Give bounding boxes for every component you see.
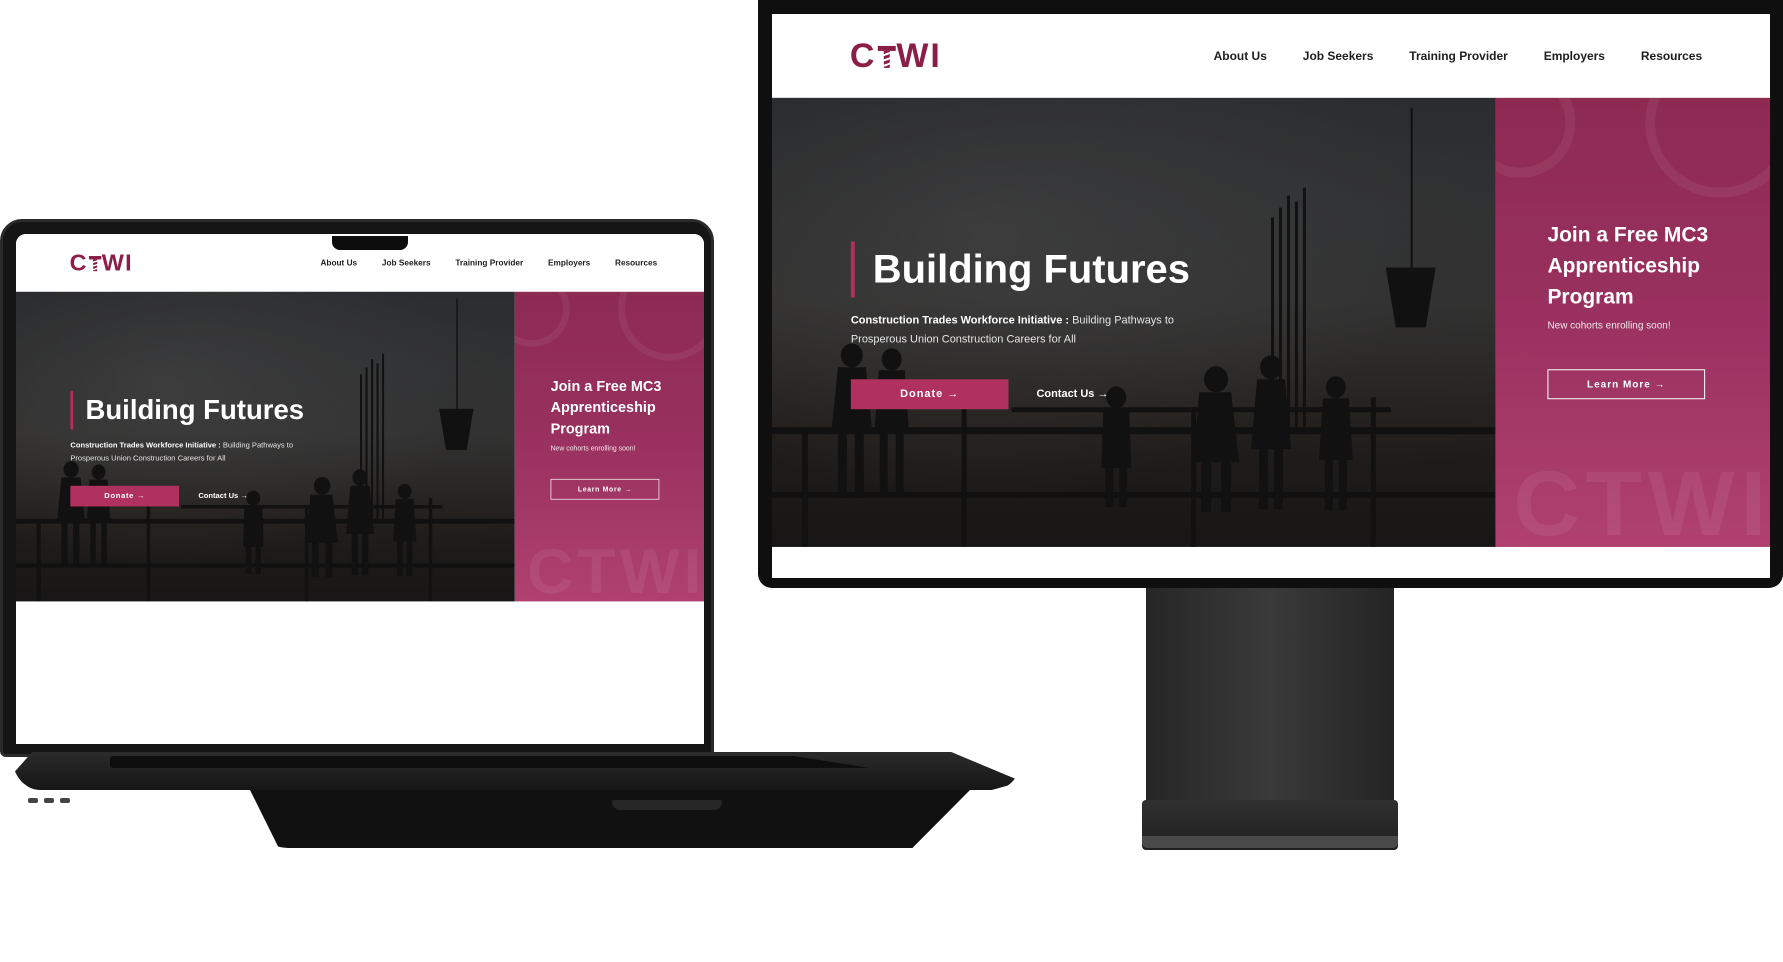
ctwi-watermark: CTWI: [1513, 453, 1770, 547]
monitor-stand: [1146, 588, 1394, 818]
site-footer-strip: [16, 601, 704, 629]
drill-bit-icon: [877, 42, 896, 70]
laptop-ports: [28, 790, 98, 803]
decorative-circle: [514, 291, 570, 347]
ctwi-logo[interactable]: C WI: [70, 249, 133, 276]
nav-resources[interactable]: Resources: [1641, 49, 1702, 63]
contact-us-link[interactable]: Contact Us →: [1036, 388, 1108, 400]
promo-title: Join a Free MC3 Apprenticeship Program: [1547, 223, 1709, 309]
website-laptop: C WI About Us Job Seekers Training Provid…: [16, 234, 704, 629]
drill-bit-icon: [88, 253, 102, 272]
donate-button[interactable]: Donate →: [850, 379, 1009, 410]
promo-content: Join a Free MC3 Apprenticeship Program N…: [1547, 220, 1747, 400]
promo-subtitle: New cohorts enrolling soon!: [1547, 320, 1671, 332]
org-name: Construction Trades Workforce Initiative…: [70, 441, 221, 450]
nav-resources[interactable]: Resources: [615, 258, 657, 268]
nav-employers[interactable]: Employers: [548, 258, 590, 268]
main-nav: About Us Job Seekers Training Provider E…: [320, 258, 657, 268]
hero-title: Building Futures: [85, 394, 305, 426]
hero-image-panel: Building Futures Construction Trades Wor…: [772, 97, 1496, 547]
site-footer-strip: [772, 546, 1770, 578]
decorative-circle: [1495, 97, 1576, 178]
donate-button[interactable]: Donate →: [70, 485, 180, 507]
nav-training-provider[interactable]: Training Provider: [1409, 49, 1508, 63]
promo-subtitle: New cohorts enrolling soon!: [550, 445, 636, 453]
website-monitor: C WI About Us Job Seekers Training Provid…: [772, 14, 1770, 578]
ctwi-watermark: CTWI: [527, 536, 704, 602]
promo-panel: CTWI Join a Free MC3 Apprenticeship Prog…: [514, 291, 704, 602]
hero-title: Building Futures: [872, 247, 1190, 292]
monitor-stand-base-edge: [1142, 836, 1398, 848]
decorative-circle: [1645, 97, 1770, 198]
promo-content: Join a Free MC3 Apprenticeship Program N…: [550, 376, 689, 500]
promo-title: Join a Free MC3 Apprenticeship Program: [550, 378, 662, 437]
monitor-screen: C WI About Us Job Seekers Training Provid…: [772, 14, 1770, 578]
site-header: C WI About Us Job Seekers Training Provid…: [772, 14, 1770, 98]
hero-image-panel: Building Futures Construction Trades Wor…: [16, 291, 515, 602]
org-name: Construction Trades Workforce Initiative…: [850, 314, 1070, 327]
title-accent-bar: [850, 241, 855, 298]
laptop-screen: C WI About Us Job Seekers Training Provid…: [16, 234, 704, 744]
learn-more-button[interactable]: Learn More →: [1547, 369, 1706, 400]
hero-section: Building Futures Construction Trades Wor…: [16, 291, 704, 602]
hero-section: Building Futures Construction Trades Wor…: [772, 97, 1770, 547]
hero-cta-row: Donate → Contact Us →: [70, 485, 331, 507]
nav-training-provider[interactable]: Training Provider: [455, 258, 523, 268]
hero-tagline: Construction Trades Workforce Initiative…: [851, 311, 1230, 349]
laptop-trackpad-groove: [612, 800, 722, 810]
nav-about-us[interactable]: About Us: [320, 258, 357, 268]
hero-content: Building Futures Construction Trades Wor…: [70, 390, 331, 507]
nav-job-seekers[interactable]: Job Seekers: [382, 258, 431, 268]
nav-job-seekers[interactable]: Job Seekers: [1303, 49, 1374, 63]
laptop-camera-notch: [332, 236, 408, 250]
contact-us-link[interactable]: Contact Us →: [198, 492, 248, 500]
nav-about-us[interactable]: About Us: [1214, 49, 1267, 63]
hero-cta-row: Donate → Contact Us →: [850, 379, 1230, 410]
promo-panel: CTWI Join a Free MC3 Apprenticeship Prog…: [1495, 97, 1770, 547]
learn-more-button[interactable]: Learn More →: [550, 478, 660, 500]
decorative-circle: [618, 291, 704, 361]
ctwi-logo[interactable]: C WI: [850, 36, 942, 75]
nav-employers[interactable]: Employers: [1544, 49, 1605, 63]
main-nav: About Us Job Seekers Training Provider E…: [1214, 49, 1703, 63]
laptop-keyboard-edge: [110, 756, 870, 768]
hero-content: Building Futures Construction Trades Wor…: [850, 241, 1230, 410]
device-mockup-scene: C WI About Us Job Seekers Training Provid…: [0, 0, 1783, 962]
laptop-underside: [250, 790, 970, 848]
title-accent-bar: [70, 390, 74, 430]
hero-tagline: Construction Trades Workforce Initiative…: [70, 439, 331, 465]
